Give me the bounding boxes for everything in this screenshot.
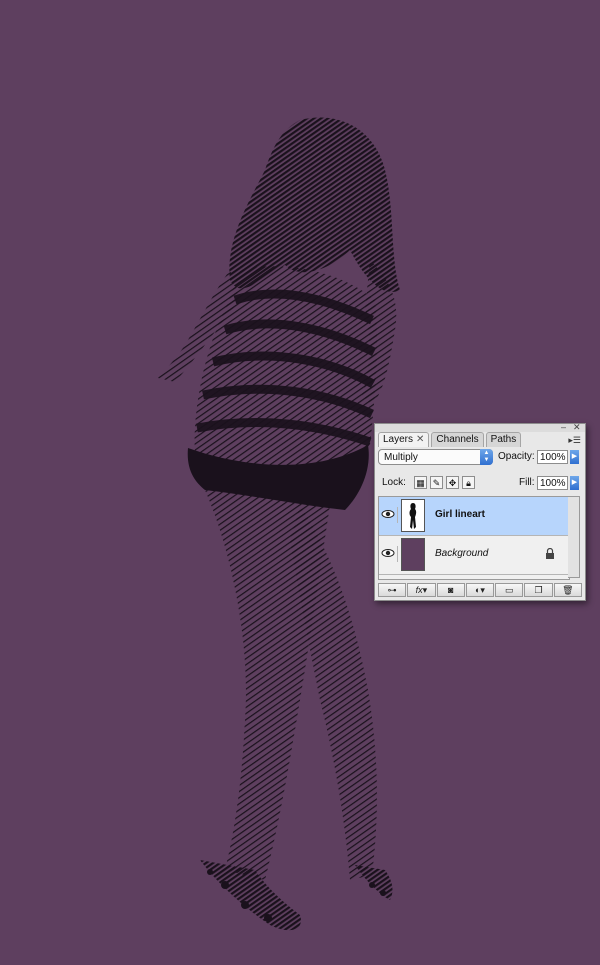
opacity-field[interactable]: 100%: [537, 450, 568, 464]
lock-image-icon[interactable]: ✎: [430, 476, 443, 489]
lock-transparent-icon[interactable]: ▦: [414, 476, 427, 489]
tab-label: Channels: [436, 434, 479, 445]
lock-all-icon[interactable]: 🔒︎: [462, 476, 475, 489]
layer-thumbnail-girl-silhouette: [401, 499, 425, 532]
close-tab-icon[interactable]: ✕: [416, 433, 424, 447]
layer-row-background[interactable]: Background: [379, 536, 569, 575]
lock-fill-row: Lock: ▦ ✎ ✥ 🔒︎ Fill: 100% ▶: [378, 475, 582, 493]
updown-arrows-icon: ▲ ▼: [480, 449, 493, 465]
tab-channels[interactable]: Channels: [431, 432, 484, 447]
layer-row-girl-lineart[interactable]: Girl lineart: [379, 497, 569, 536]
link-layers-icon[interactable]: ⊶: [378, 583, 407, 597]
visibility-eye-icon[interactable]: [381, 507, 398, 523]
fill-field[interactable]: 100%: [537, 476, 568, 490]
tab-layers[interactable]: Layers ✕: [378, 432, 430, 447]
adjustment-layer-icon[interactable]: ◐▾: [465, 583, 495, 597]
layers-list: Girl lineart Background: [378, 496, 570, 580]
panel-bottom-toolbar: ⊶ fx▾ ◙ ◐▾ ▭ ❐ 🗑︎: [378, 583, 582, 598]
panel-tabs: Layers ✕ Channels Paths: [378, 432, 522, 447]
panel-menu-icon[interactable]: ▸☰: [568, 435, 581, 446]
lock-icon: [545, 547, 555, 562]
layer-name[interactable]: Girl lineart: [435, 509, 485, 520]
layers-scrollbar[interactable]: [568, 496, 580, 578]
delete-layer-icon[interactable]: 🗑︎: [553, 583, 582, 597]
tab-label: Paths: [490, 434, 517, 445]
lock-label: Lock:: [382, 477, 406, 488]
fill-label: Fill:: [519, 477, 535, 488]
fx-label: fx: [415, 585, 423, 595]
add-mask-icon[interactable]: ◙: [436, 583, 465, 597]
fill-slider-arrow-icon[interactable]: ▶: [570, 476, 579, 490]
new-group-icon[interactable]: ▭: [495, 583, 524, 597]
close-icon[interactable]: ✕: [573, 423, 581, 432]
panel-titlebar[interactable]: – ✕: [375, 423, 585, 432]
opacity-label: Opacity:: [498, 451, 535, 462]
new-layer-icon[interactable]: ❐: [524, 583, 553, 597]
minimize-icon[interactable]: –: [561, 423, 566, 432]
layers-panel: – ✕ Layers ✕ Channels Paths ▸☰ Multiply …: [374, 423, 586, 601]
layer-name[interactable]: Background: [435, 548, 488, 559]
tab-paths[interactable]: Paths: [485, 432, 522, 447]
opacity-slider-arrow-icon[interactable]: ▶: [570, 450, 579, 464]
blend-mode-value: Multiply: [384, 452, 418, 463]
fx-icon[interactable]: fx▾: [407, 583, 436, 597]
blend-opacity-row: Multiply ▲ ▼ Opacity: 100% ▶: [378, 449, 582, 467]
tab-label: Layers: [383, 434, 414, 445]
visibility-eye-icon[interactable]: [381, 546, 398, 562]
layer-thumbnail-solid-purple: [401, 538, 425, 571]
blend-mode-select[interactable]: Multiply ▲ ▼: [378, 449, 493, 465]
lock-position-icon[interactable]: ✥: [446, 476, 459, 489]
